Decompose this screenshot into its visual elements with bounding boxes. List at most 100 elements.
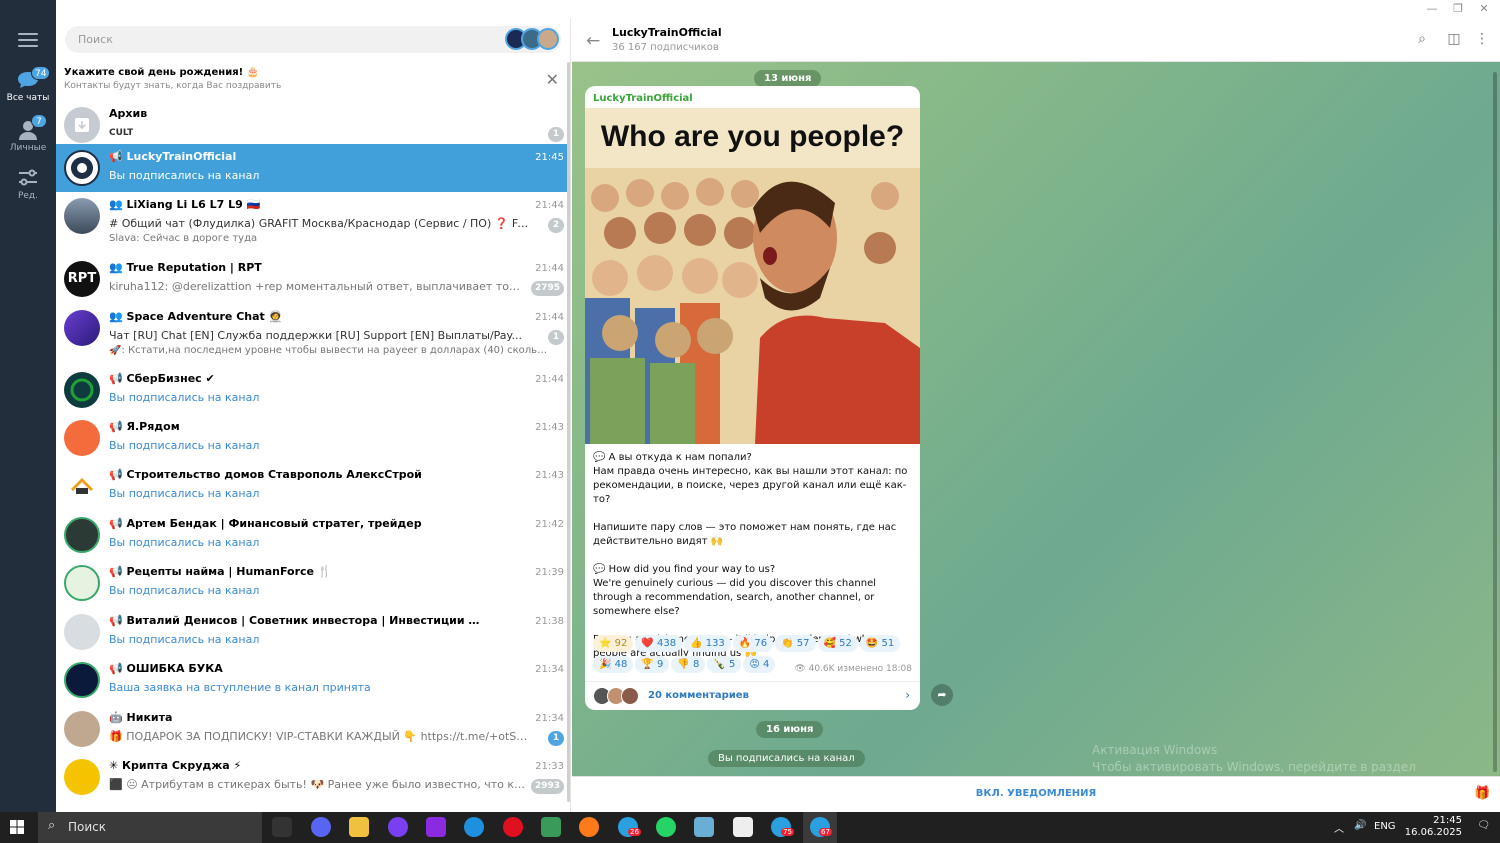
story-avatar[interactable] [537, 28, 559, 50]
birthday-banner[interactable]: Укажите свой день рождения! 🎂 Контакты б… [56, 63, 570, 99]
chat-row[interactable]: RPT 👥 True Reputation | RPT 21:44 kiruha… [56, 255, 570, 303]
folder-label: Личные [9, 143, 47, 153]
discord-icon[interactable] [311, 817, 331, 837]
reaction-chip[interactable]: ❤️ 438 [635, 635, 683, 652]
post-channel-name[interactable]: LuckyTrainOfficial [593, 93, 693, 104]
chat-row[interactable]: 📢 ОШИБКА БУКА 21:34 Ваша заявка на вступ… [56, 656, 570, 704]
reaction-chip[interactable]: 🤩 51 [859, 635, 901, 652]
whatsapp-icon[interactable] [656, 817, 676, 837]
chat-row[interactable]: 👥 LiXiang Li L6 L7 L9 🇷🇺 21:44 # Общий ч… [56, 192, 570, 254]
comments-label: 20 комментариев [648, 690, 749, 701]
windows-start-icon[interactable] [10, 820, 24, 834]
share-icon[interactable]: ➦ [931, 684, 953, 706]
reaction-chip[interactable]: 🔥 76 [732, 635, 774, 652]
reaction-chip[interactable]: 👏 57 [775, 635, 816, 652]
back-arrow-icon[interactable]: ← [586, 31, 600, 51]
minimize-button[interactable]: — [1422, 2, 1442, 16]
chat-preview: CULT [109, 128, 134, 138]
folder-all-chats[interactable]: 74 Все чаты [0, 62, 56, 110]
channel-post[interactable]: LuckyTrainOfficial Who are you people? 💬… [585, 86, 920, 710]
unread-count: 2795 [530, 281, 564, 296]
app-icon[interactable] [541, 817, 561, 837]
archive-icon [64, 107, 100, 143]
edge-icon[interactable] [464, 817, 484, 837]
reaction-chip[interactable]: 👎 8 [671, 656, 706, 673]
avatar [64, 372, 100, 408]
app-icon[interactable] [694, 817, 714, 837]
chat-header[interactable]: ← LuckyTrainOfficial 36 167 подписчиков … [572, 19, 1500, 62]
reaction-chip[interactable]: ⭐ 92 [593, 635, 634, 652]
unread-count: 1 [548, 127, 564, 142]
conversation-scrollbar[interactable] [1493, 72, 1497, 772]
file-explorer-icon[interactable] [349, 817, 369, 837]
search-icon: ⌕ [48, 818, 56, 833]
reaction-chip[interactable]: 🎉 48 [593, 656, 634, 673]
clock[interactable]: 21:45 16.06.2025 [1402, 815, 1462, 839]
folder-edit[interactable]: Ред. [0, 160, 56, 208]
volume-icon[interactable]: 🔊 [1354, 820, 1366, 831]
app-icon[interactable] [426, 817, 446, 837]
chat-row[interactable]: ✳ Крипта Скруджа ⚡ 21:33 ⬛ 😐 Атрибутам в… [56, 753, 570, 801]
chat-row[interactable]: 📢 Рецепты найма | HumanForce 🍴 21:39 Вы … [56, 559, 570, 607]
banner-title: Укажите свой день рождения! 🎂 [64, 67, 260, 78]
windows-taskbar: ⌕ Поиск 26 75 67 ︿ 🔊 ENG 21:45 16.06.202… [0, 812, 1500, 843]
maximize-button[interactable]: ❐ [1448, 2, 1468, 16]
app-icon[interactable] [388, 817, 408, 837]
chat-row[interactable]: 📢 СберБизнес ✔ 21:44 Вы подписались на к… [56, 366, 570, 414]
chat-time: 21:45 [535, 152, 564, 163]
unmute-button[interactable]: ВКЛ. УВЕДОМЛЕНИЯ [572, 788, 1500, 799]
chat-row[interactable]: 📢 LuckyTrainOfficial 21:45 Вы подписалис… [56, 144, 570, 192]
chat-name: 📢 Рецепты найма | HumanForce 🍴 [109, 565, 332, 578]
search-placeholder: Поиск [78, 33, 113, 46]
menu-icon[interactable] [18, 33, 38, 47]
chat-time: 21:34 [535, 713, 564, 724]
chat-row[interactable]: 🤖 Никита 21:34 🎁 ПОДАРОК ЗА ПОДПИСКУ! VI… [56, 705, 570, 753]
chevron-up-icon[interactable]: ︿ [1334, 820, 1344, 835]
post-paragraph: 💬 How did you find your way to us? We're… [593, 564, 877, 617]
avatar [64, 310, 100, 346]
app-icon[interactable] [733, 817, 753, 837]
unread-count: 2 [548, 218, 564, 233]
reaction-chip[interactable]: 🥰 52 [817, 635, 858, 652]
chat-row[interactable]: 📢 Артем Бендак | Финансовый стратег, тре… [56, 511, 570, 559]
chat-row[interactable]: 📢 Строительство домов Ставрополь АлексСт… [56, 462, 570, 510]
notification-icon[interactable]: 🗨 [1477, 820, 1490, 831]
opera-icon[interactable] [503, 817, 523, 837]
chat-preview: Вы подписались на канал [109, 633, 260, 646]
close-button[interactable]: ✕ [1474, 2, 1494, 16]
chat-row-archive[interactable]: Архив CULT 1 [56, 101, 570, 149]
sidebar-toggle-icon[interactable]: ◫ [1444, 31, 1464, 49]
reaction-chip[interactable]: 🏆 9 [635, 656, 670, 673]
task-view-icon[interactable] [272, 817, 292, 837]
chat-row[interactable]: 👥 Space Adventure Chat 🧑‍🚀 21:44 Чат [RU… [56, 304, 570, 364]
post-image[interactable]: Who are you people? [585, 108, 920, 444]
activation-watermark: Активация Windows Чтобы активировать Win… [1092, 743, 1416, 774]
chat-background: 13 июня LuckyTrainOfficial Who are you p… [572, 62, 1500, 776]
chat-name: ✳ Крипта Скруджа ⚡ [109, 759, 242, 772]
reaction-chip[interactable]: 😡 4 [743, 656, 776, 673]
unread-count: 2993 [530, 779, 564, 794]
post-views: 👁 40.6K изменено 18:08 [794, 664, 912, 674]
gift-icon[interactable]: 🎁 [1474, 786, 1490, 802]
firefox-icon[interactable] [579, 817, 599, 837]
reaction-chip[interactable]: 👍 133 [684, 635, 731, 652]
language-indicator[interactable]: ENG [1374, 821, 1396, 832]
search-input[interactable]: Поиск [65, 26, 561, 53]
post-paragraph: 💬 А вы откуда к нам попали? Нам правда о… [593, 452, 908, 505]
taskbar-search[interactable]: ⌕ Поиск [38, 812, 262, 843]
more-icon[interactable]: ⋮ [1472, 31, 1492, 49]
folder-personal[interactable]: 7 Личные [0, 112, 56, 160]
close-icon[interactable]: ✕ [546, 70, 559, 89]
chat-preview: Вы подписались на канал [109, 536, 260, 549]
comments-button[interactable]: 20 комментариев › [585, 681, 920, 710]
chat-time: 21:42 [535, 519, 564, 530]
reaction-chip[interactable]: 🍾 5 [707, 656, 742, 673]
stories-avatars[interactable] [505, 28, 559, 50]
chat-list-scrollbar[interactable] [567, 62, 570, 802]
folder-label: Все чаты [6, 93, 50, 103]
search-icon[interactable]: ⌕ [1412, 31, 1432, 49]
title-bar: — ❐ ✕ [0, 0, 1500, 19]
chat-row[interactable]: 📢 Виталий Денисов | Советник инвестора |… [56, 608, 570, 656]
chat-row[interactable]: 📢 Я.Рядом 21:43 Вы подписались на канал [56, 414, 570, 462]
date-chip: 13 июня [754, 70, 822, 87]
